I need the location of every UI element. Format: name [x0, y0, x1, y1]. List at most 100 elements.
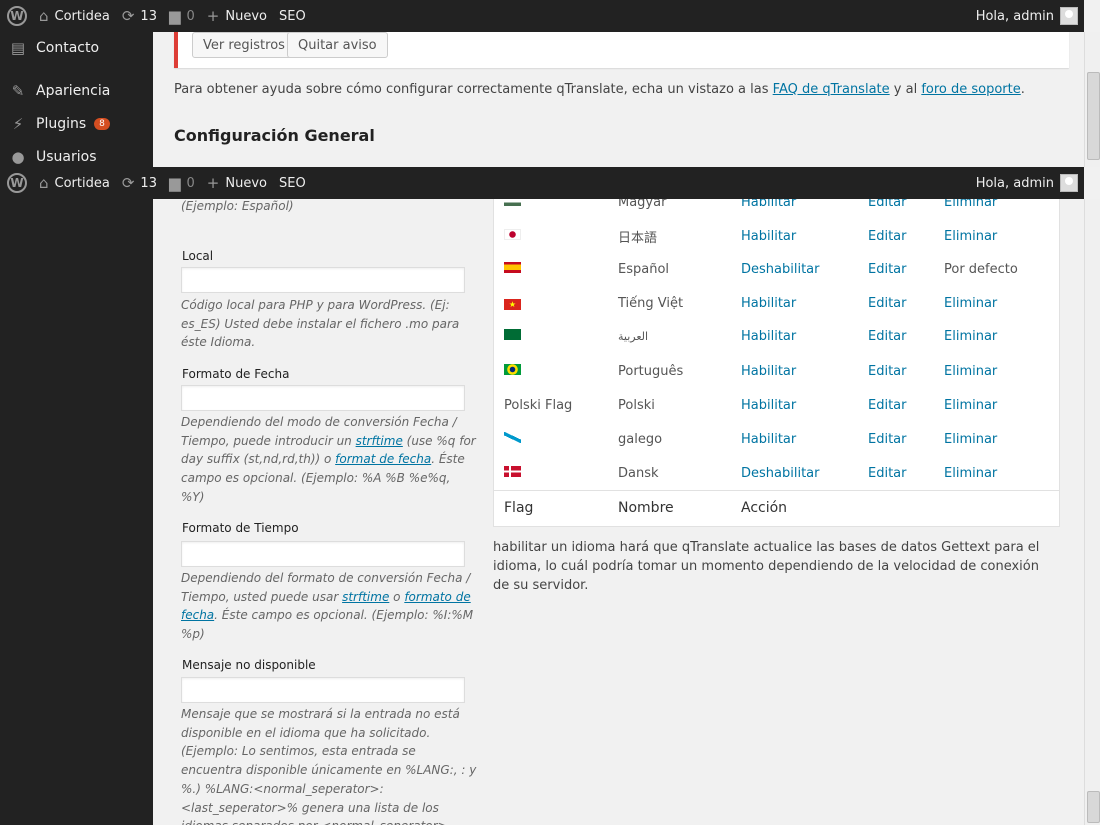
edit-link[interactable]: Editar — [868, 229, 907, 244]
comments-link[interactable]: ▆ 0 — [169, 167, 195, 199]
faq-link[interactable]: FAQ de qTranslate — [773, 82, 890, 97]
admin-sidebar-bottom — [0, 199, 153, 825]
edit-link[interactable]: Editar — [868, 262, 907, 277]
new-content-link[interactable]: + Nuevo — [207, 0, 267, 32]
enable-link[interactable]: Habilitar — [741, 329, 796, 344]
not-available-input[interactable] — [181, 677, 465, 703]
edit-link[interactable]: Editar — [868, 398, 907, 413]
gettext-note: habilitar un idioma hará que qTranslate … — [493, 540, 1040, 593]
comment-icon: ▆ — [168, 174, 181, 192]
delete-link[interactable]: Eliminar — [944, 296, 997, 311]
not-available-label: Mensaje no disponible — [182, 658, 316, 672]
polish-flag-alt-text: Polski Flag — [504, 397, 573, 413]
date-format-description: Dependiendo del modo de conversión Fecha… — [181, 415, 476, 504]
admin-bar-bottom: W ⌂ Cortidea ⟳ 13 ▆ 0 + Nuevo SEO Hola, admi… — [0, 167, 1084, 199]
table-row: العربية Habilitar Editar Eliminar — [494, 319, 1059, 353]
enable-link[interactable]: Habilitar — [741, 296, 796, 311]
updates-link[interactable]: ⟳ 13 — [122, 167, 157, 199]
refresh-icon: ⟳ — [121, 174, 135, 192]
edit-link[interactable]: Editar — [868, 364, 907, 379]
column-header-action: Acción — [741, 500, 788, 516]
help-text: Para obtener ayuda sobre cómo configurar… — [174, 82, 1025, 97]
plus-icon: + — [206, 174, 220, 192]
scrollbar-thumb[interactable] — [1087, 72, 1100, 160]
settings-form-area: (Ejemplo: Español) Local Código local pa… — [153, 199, 1084, 825]
delete-link[interactable]: Eliminar — [944, 229, 997, 244]
time-format-input[interactable] — [181, 541, 465, 567]
enable-link[interactable]: Habilitar — [741, 432, 796, 447]
table-footer: Flag Nombre Acción — [494, 490, 1059, 527]
wordpress-logo-icon[interactable]: W — [7, 173, 27, 193]
delete-link[interactable]: Eliminar — [944, 199, 997, 210]
edit-link[interactable]: Editar — [868, 199, 907, 210]
edit-link[interactable]: Editar — [868, 296, 907, 311]
sidebar-item-contacto[interactable]: ▤ Contacto — [0, 32, 153, 63]
enable-link[interactable]: Habilitar — [741, 199, 796, 210]
site-name-link[interactable]: ⌂ Cortidea — [39, 167, 110, 199]
disable-link[interactable]: Deshabilitar — [741, 466, 819, 481]
delete-link[interactable]: Eliminar — [944, 329, 997, 344]
enable-link[interactable]: Habilitar — [741, 364, 796, 379]
error-notice: Ver registros Quitar aviso — [174, 32, 1069, 68]
plug-icon: ⚡ — [12, 114, 24, 133]
edit-link[interactable]: Editar — [868, 432, 907, 447]
strftime-link[interactable]: strftime — [356, 434, 403, 448]
column-header-name: Nombre — [618, 500, 674, 516]
date-format-link[interactable]: format de fecha — [335, 452, 431, 466]
updates-link[interactable]: ⟳ 13 — [122, 0, 157, 32]
date-format-input[interactable] — [181, 385, 465, 411]
delete-link[interactable]: Eliminar — [944, 432, 997, 447]
new-content-link[interactable]: + Nuevo — [207, 167, 267, 199]
wordpress-logo-icon[interactable]: W — [7, 6, 27, 26]
scrollbar-thumb[interactable] — [1087, 791, 1100, 823]
galicia-flag-icon — [504, 431, 521, 447]
delete-link[interactable]: Eliminar — [944, 364, 997, 379]
avatar — [1060, 7, 1078, 25]
dismiss-notice-button[interactable]: Quitar aviso — [287, 32, 388, 58]
sidebar-item-apariencia[interactable]: ✎ Apariencia — [0, 74, 153, 107]
table-row: Dansk Deshabilitar Editar Eliminar — [494, 456, 1059, 490]
japan-flag-icon — [504, 228, 521, 244]
view-logs-button[interactable]: Ver registros — [192, 32, 296, 58]
local-description: Código local para PHP y para WordPress. … — [181, 298, 460, 350]
seo-link[interactable]: SEO — [279, 167, 306, 199]
sidebar-item-plugins[interactable]: ⚡ Plugins 8 — [0, 107, 153, 140]
scrollbar-bottom[interactable] — [1084, 199, 1100, 825]
table-row: Magyar Habilitar Editar Eliminar — [494, 199, 1059, 219]
column-header-flag: Flag — [504, 500, 534, 516]
local-label: Local — [182, 249, 214, 263]
enable-link[interactable]: Habilitar — [741, 229, 796, 244]
edit-link[interactable]: Editar — [868, 329, 907, 344]
hungary-flag-icon — [504, 199, 521, 210]
strftime-link[interactable]: strftime — [342, 590, 389, 604]
comment-icon: ▆ — [168, 7, 181, 25]
table-row: galego Habilitar Editar Eliminar — [494, 422, 1059, 456]
site-name-link[interactable]: ⌂ Cortidea — [39, 0, 110, 32]
my-account[interactable]: Hola, admin — [976, 174, 1078, 192]
disable-link[interactable]: Deshabilitar — [741, 262, 819, 277]
delete-link[interactable]: Eliminar — [944, 398, 997, 413]
spain-flag-icon — [504, 261, 521, 277]
scrollbar-top[interactable] — [1084, 32, 1100, 167]
edit-link[interactable]: Editar — [868, 466, 907, 481]
home-icon: ⌂ — [39, 174, 49, 192]
table-row: ★ Tiếng Việt Habilitar Editar Eliminar — [494, 286, 1059, 320]
seo-link[interactable]: SEO — [279, 0, 306, 32]
admin-sidebar-top: ▤ Contacto ✎ Apariencia ⚡ Plugins 8 ● Us… — [0, 32, 153, 167]
avatar — [1060, 174, 1078, 192]
admin-bar-top: W ⌂ Cortidea ⟳ 13 ▆ 0 + Nuevo SEO Hola, admi… — [0, 0, 1084, 32]
local-input[interactable] — [181, 267, 465, 293]
support-forum-link[interactable]: foro de soporte — [921, 82, 1020, 97]
not-available-description: Mensaje que se mostrará si la entrada no… — [181, 707, 477, 825]
saudi-flag-icon — [504, 328, 521, 344]
paintbrush-icon: ✎ — [11, 81, 25, 100]
enable-link[interactable]: Habilitar — [741, 398, 796, 413]
delete-link[interactable]: Eliminar — [944, 466, 997, 481]
section-title: Configuración General — [174, 126, 375, 145]
envelope-icon: ▤ — [10, 38, 26, 57]
comments-link[interactable]: ▆ 0 — [169, 0, 195, 32]
my-account[interactable]: Hola, admin — [976, 7, 1078, 25]
vietnam-flag-icon: ★ — [504, 296, 521, 311]
default-label: Por defecto — [944, 261, 1018, 277]
time-format-description: Dependiendo del formato de conversión Fe… — [181, 571, 474, 642]
